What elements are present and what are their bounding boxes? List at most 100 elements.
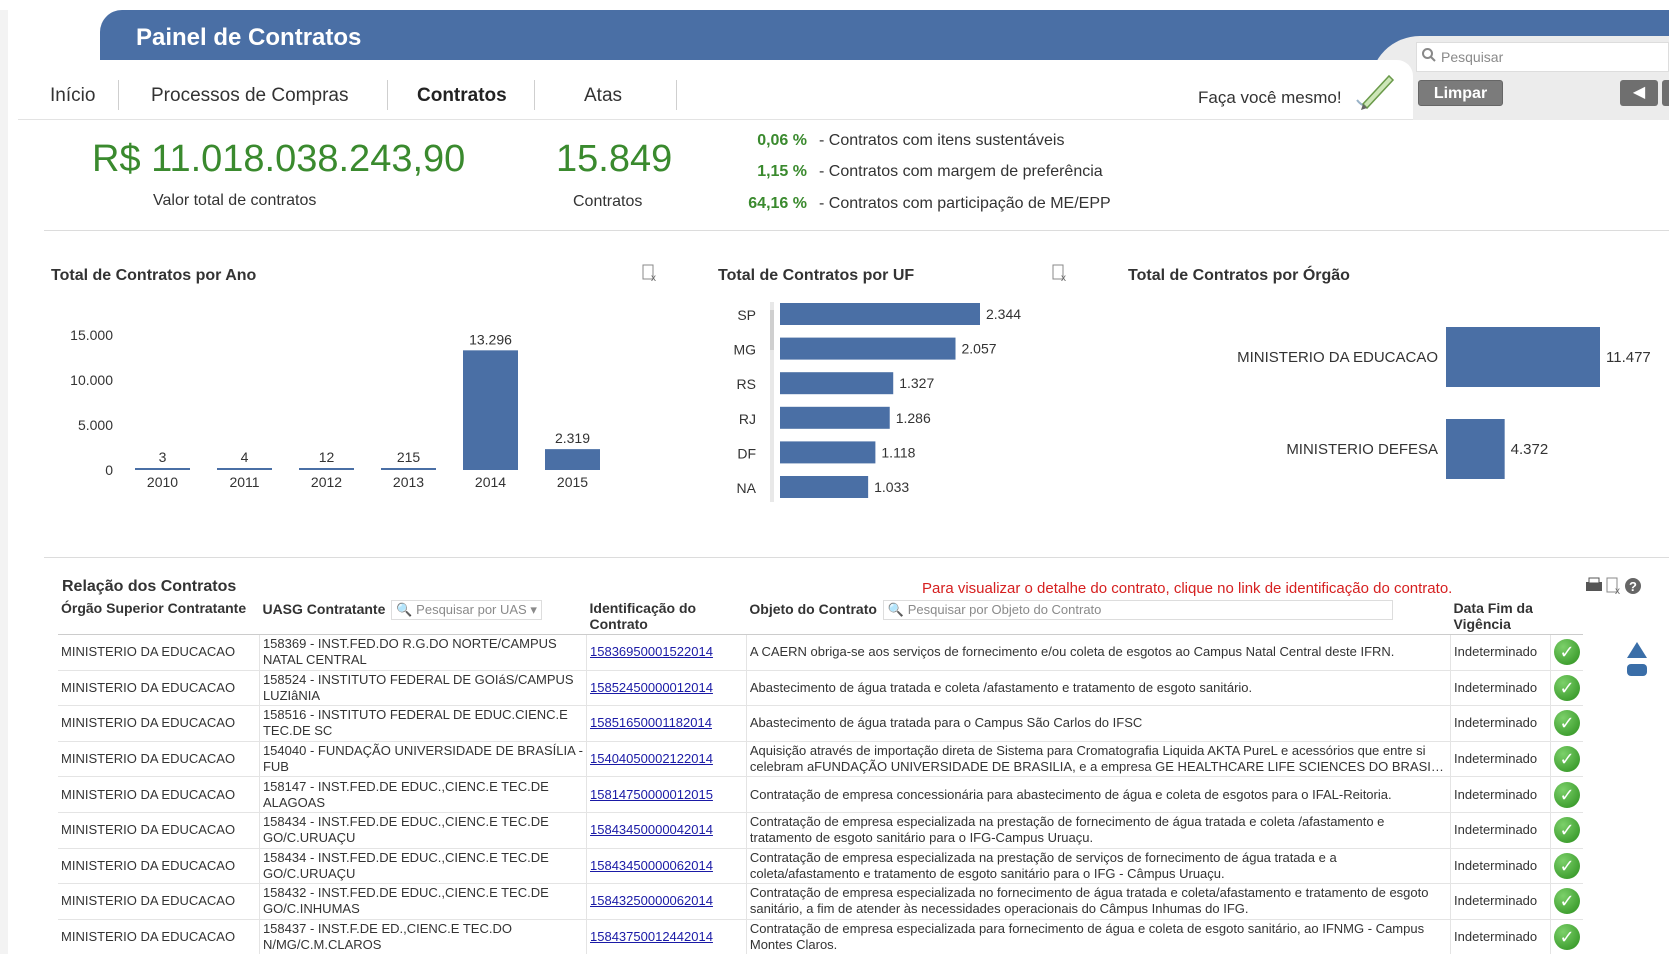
tab-inicio[interactable]: Início xyxy=(50,84,95,110)
cell-orgao: MINISTERIO DA EDUCACAO xyxy=(58,919,260,954)
cell-uasg: 158437 - INST.F.DE ED.,CIENC.E TEC.DO N/… xyxy=(259,919,588,954)
bar-DF[interactable] xyxy=(780,441,876,464)
cell-identificacao[interactable]: 15852450000012014 xyxy=(586,670,747,707)
svg-text:x: x xyxy=(1061,273,1066,282)
y-tick-label: 0 xyxy=(105,462,113,478)
bar-value-label: 1.286 xyxy=(896,410,931,426)
left-edge xyxy=(0,10,8,954)
col-objeto[interactable]: Objeto do Contrato 🔍 Pesquisar por Objeto… xyxy=(746,598,1451,635)
objeto-search-input[interactable]: 🔍 Pesquisar por Objeto do Contrato xyxy=(882,600,1393,620)
bar-value-label: 11.477 xyxy=(1606,349,1651,366)
search-icon xyxy=(1422,48,1436,62)
nav-bar: Início Processos de Compras Contratos At… xyxy=(18,60,1413,120)
cell-identificacao[interactable]: 15851650001182014 xyxy=(586,705,747,742)
divider xyxy=(44,557,1669,558)
cell-uasg: 158434 - INST.FED.DE EDUC.,CIENC.E TEC.D… xyxy=(259,848,588,885)
cell-data-fim: Indeterminado xyxy=(1450,848,1551,885)
bar-2015[interactable] xyxy=(545,449,600,470)
export-excel-icon[interactable]: x xyxy=(1606,577,1620,596)
bar-orgao[interactable] xyxy=(1446,327,1600,387)
cell-data-fim: Indeterminado xyxy=(1450,919,1551,954)
table-row: MINISTERIO DA EDUCACAO 158434 - INST.FED.… xyxy=(58,848,1583,885)
bar-value-label: 12 xyxy=(319,449,335,465)
cell-uasg: 158369 - INST.FED.DO R.G.DO NORTE/CAMPUS… xyxy=(259,634,588,671)
tab-separator xyxy=(387,80,388,110)
bar-2011[interactable] xyxy=(217,468,272,470)
clear-button[interactable]: Limpar xyxy=(1418,80,1503,106)
svg-text:?: ? xyxy=(1629,579,1637,594)
kpi-pct: 0,06 % xyxy=(757,132,807,149)
bar-value-label: 2.319 xyxy=(555,430,590,446)
uasg-search-input[interactable]: 🔍 Pesquisar por UAS ▾ xyxy=(391,600,542,620)
back-button[interactable]: ◀ xyxy=(1620,80,1658,106)
bar-2013[interactable] xyxy=(381,468,436,470)
col-uasg[interactable]: UASG Contratante 🔍 Pesquisar por UAS ▾ xyxy=(259,598,587,635)
kpi-pct: 64,16 % xyxy=(748,195,807,212)
y-tick-label: 15.000 xyxy=(70,327,113,343)
bar-RJ[interactable] xyxy=(780,406,890,429)
tab-separator xyxy=(118,80,119,110)
col-identificacao[interactable]: Identificação do Contrato xyxy=(586,598,747,635)
cell-uasg: 158432 - INST.FED.DE EDUC.,CIENC.E TEC.D… xyxy=(259,883,588,920)
forward-button[interactable] xyxy=(1662,80,1669,106)
chart-by-uf: SP 2.344 MG 2.057 RS 1.327 RJ 1.286 DF 1.118 NA 1.0… xyxy=(733,302,1021,502)
search-input[interactable]: Pesquisar xyxy=(1416,42,1669,72)
x-tick-label: 2015 xyxy=(557,474,588,490)
kpi-text: - Contratos com itens sustentáveis xyxy=(819,132,1065,149)
tab-processos-de-compras[interactable]: Processos de Compras xyxy=(151,84,348,110)
status-cell: ✓ xyxy=(1550,883,1583,920)
cell-identificacao[interactable]: 15843450000042014 xyxy=(586,812,747,849)
bar-NA[interactable] xyxy=(780,476,869,498)
uf-scroll-thumb[interactable] xyxy=(770,310,774,350)
tab-atas[interactable]: Atas xyxy=(584,84,622,110)
status-cell: ✓ xyxy=(1550,741,1583,778)
cell-orgao: MINISTERIO DA EDUCACAO xyxy=(58,848,260,885)
uf-label: SP xyxy=(737,307,756,323)
print-icon[interactable] xyxy=(1586,577,1602,591)
col-label: Órgão Superior Contratante xyxy=(61,600,247,616)
chart-title-ano: Total de Contratos por Ano xyxy=(51,267,257,284)
export-excel-icon[interactable]: x xyxy=(1051,264,1069,282)
bar-RS[interactable] xyxy=(780,372,894,395)
cell-identificacao[interactable]: 15843750012442014 xyxy=(586,919,747,954)
contract-count-label: Contratos xyxy=(573,193,643,210)
tab-contratos[interactable]: Contratos xyxy=(417,84,507,110)
x-tick-label: 2014 xyxy=(475,474,506,490)
check-icon: ✓ xyxy=(1553,924,1580,951)
cell-identificacao[interactable]: 15836950001522014 xyxy=(586,634,747,671)
scroll-up-icon[interactable] xyxy=(1625,640,1649,680)
col-data-fim[interactable]: Data Fim da Vigência xyxy=(1450,598,1551,635)
bar-2010[interactable] xyxy=(135,468,190,470)
help-icon[interactable]: ? xyxy=(1625,578,1641,594)
cell-orgao: MINISTERIO DA EDUCACAO xyxy=(58,883,260,920)
status-cell: ✓ xyxy=(1550,919,1583,954)
chart-title-orgao: Total de Contratos por Órgão xyxy=(1128,267,1350,284)
bar-value-label: 3 xyxy=(159,449,167,465)
bar-2014[interactable] xyxy=(463,350,518,470)
bar-MG[interactable] xyxy=(780,337,956,360)
divider xyxy=(44,230,1669,231)
uf-label: NA xyxy=(737,480,757,496)
cell-identificacao[interactable]: 15843250000062014 xyxy=(586,883,747,920)
cell-identificacao[interactable]: 15843450000062014 xyxy=(586,848,747,885)
chart-title-uf: Total de Contratos por UF xyxy=(718,267,915,284)
cell-identificacao[interactable]: 15404050002122014 xyxy=(586,741,747,778)
chart-by-orgao: MINISTERIO DA EDUCACAO 11.477 MINISTERIO D… xyxy=(1237,327,1651,479)
bar-orgao[interactable] xyxy=(1446,419,1505,479)
cell-uasg: 158524 - INSTITUTO FEDERAL DE GOIáS/CAMP… xyxy=(259,670,588,707)
bar-SP[interactable] xyxy=(780,303,980,325)
bar-value-label: 4 xyxy=(241,449,249,465)
cell-orgao: MINISTERIO DA EDUCACAO xyxy=(58,812,260,849)
orgao-label: MINISTERIO DA EDUCACAO xyxy=(1237,349,1438,366)
diy-link[interactable]: Faça você mesmo! xyxy=(1198,88,1342,108)
kpi-me-epp: 64,16 % - Contratos com participação de M… xyxy=(745,195,1110,213)
tab-separator xyxy=(676,80,677,110)
pencil-icon[interactable] xyxy=(1353,74,1401,114)
x-tick-label: 2012 xyxy=(311,474,342,490)
export-excel-icon[interactable]: x xyxy=(641,264,659,282)
cell-identificacao[interactable]: 15814750000012015 xyxy=(586,776,747,813)
orgao-label: MINISTERIO DEFESA xyxy=(1286,441,1438,458)
col-orgao-superior[interactable]: Órgão Superior Contratante xyxy=(58,598,260,635)
contracts-table: Órgão Superior Contratante UASG Contrata… xyxy=(58,598,1583,954)
bar-2012[interactable] xyxy=(299,468,354,470)
